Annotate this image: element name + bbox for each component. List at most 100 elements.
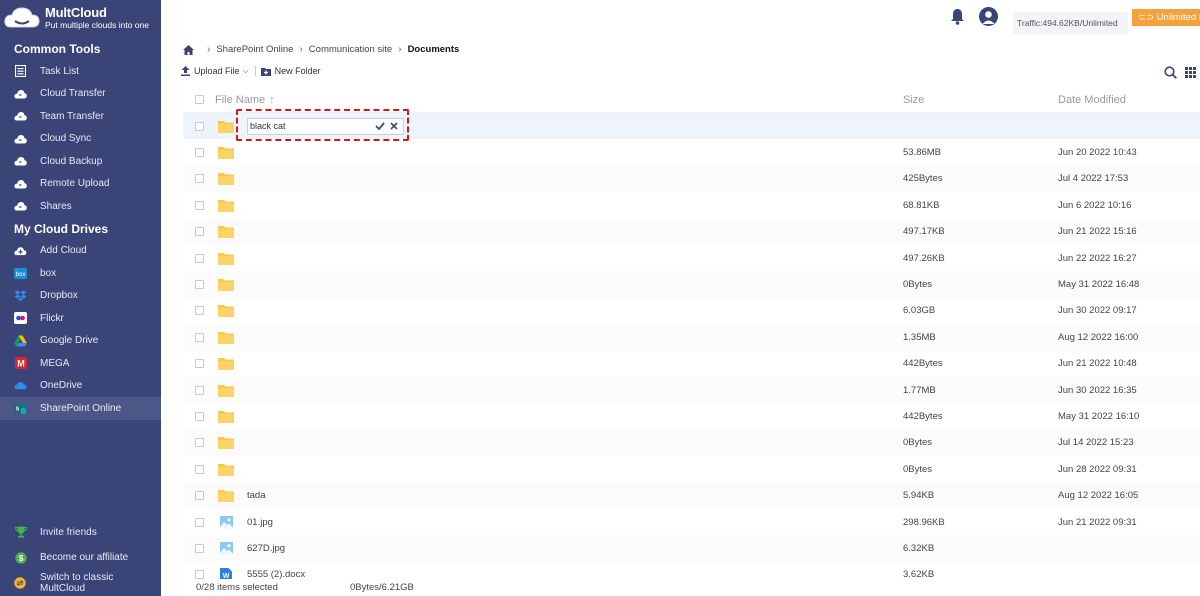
row-checkbox[interactable] <box>195 121 204 131</box>
sidebar-item-dropbox[interactable]: Dropbox <box>0 285 161 308</box>
table-row[interactable]: 53.86MB Jun 20 2022 10:43 <box>183 139 1200 166</box>
grid-view-icon[interactable] <box>1185 67 1196 78</box>
table-row[interactable]: 497.17KB Jun 21 2022 15:16 <box>183 218 1200 245</box>
file-name-column-header[interactable]: File Name ↑ <box>215 94 903 106</box>
file-name[interactable]: 627D.jpg <box>247 543 903 554</box>
sidebar-item-team-transfer[interactable]: Team Transfer <box>0 105 161 128</box>
select-all-checkbox[interactable] <box>195 95 204 104</box>
table-row[interactable]: 627D.jpg 6.32KB <box>183 535 1200 562</box>
toolbar: Upload File ⌵ New Folder <box>181 66 321 76</box>
table-row[interactable]: 1.77MB Jun 30 2022 16:35 <box>183 376 1200 404</box>
file-date-modified: May 31 2022 16:48 <box>1058 279 1140 291</box>
row-checkbox[interactable] <box>195 332 204 342</box>
sidebar-link-switch-to-classic-multcloud[interactable]: Switch to classic MultCloud <box>0 571 161 596</box>
flickr-icon <box>14 312 27 325</box>
rename-input-value: black cat <box>250 121 286 132</box>
brand-tagline: Put multiple clouds into one <box>45 19 149 30</box>
row-checkbox[interactable] <box>195 411 204 421</box>
table-row[interactable]: 6.03GB Jun 30 2022 09:17 <box>183 297 1200 325</box>
nav-item-label: MEGA <box>40 357 70 369</box>
sidebar-item-remote-upload[interactable]: Remote Upload <box>0 173 161 196</box>
chevron-down-icon: ⌵ <box>242 66 249 75</box>
sidebar-item-onedrive[interactable]: OneDrive <box>0 375 161 398</box>
switch-icon <box>14 577 27 590</box>
upload-file-button[interactable]: Upload File ⌵ <box>181 66 249 76</box>
file-date-modified: Jun 28 2022 09:31 <box>1058 463 1137 475</box>
traffic-info: Traffic:494.62KB/Unlimited <box>1013 12 1128 34</box>
logo[interactable]: MultCloud Put multiple clouds into one <box>0 0 161 36</box>
confirm-check-icon[interactable] <box>375 122 385 131</box>
table-row[interactable]: 497.26KB Jun 22 2022 16:27 <box>183 244 1200 272</box>
table-row[interactable]: 0Bytes Jul 14 2022 15:23 <box>183 429 1200 457</box>
row-checkbox[interactable] <box>195 148 204 158</box>
table-row[interactable]: 442Bytes May 31 2022 16:10 <box>183 403 1200 430</box>
nav-item-label: Team Transfer <box>40 110 104 122</box>
sidebar-link-become-our-affiliate[interactable]: $ Become our affiliate <box>0 545 161 571</box>
table-row[interactable]: 0Bytes Jun 28 2022 09:31 <box>183 456 1200 483</box>
row-checkbox[interactable] <box>195 570 204 580</box>
file-size: 68.81KB <box>903 199 940 211</box>
unlimited-plan-button[interactable]: ⊂⊃ Unlimited Plan <box>1132 9 1200 26</box>
breadcrumb-communication-site[interactable]: Communication site <box>309 44 392 55</box>
folder-icon <box>218 251 234 265</box>
rename-input[interactable]: black cat <box>247 117 404 135</box>
sidebar-item-cloud-transfer[interactable]: Cloud Transfer <box>0 83 161 106</box>
file-date-modified: Jun 20 2022 10:43 <box>1058 147 1137 159</box>
table-row[interactable]: 01.jpg 298.96KB Jun 21 2022 09:31 <box>183 508 1200 536</box>
row-checkbox[interactable] <box>195 543 204 553</box>
table-row[interactable]: 425Bytes Jul 4 2022 17:53 <box>183 165 1200 193</box>
search-icon[interactable] <box>1164 66 1177 79</box>
user-avatar-icon[interactable] <box>979 7 998 26</box>
file-size: 0Bytes <box>903 437 933 449</box>
file-date-modified: Jun 6 2022 10:16 <box>1058 199 1132 211</box>
row-checkbox[interactable] <box>195 385 204 395</box>
size-column-header[interactable]: Size <box>903 94 1058 106</box>
sidebar-item-task-list[interactable]: Task List <box>0 60 161 83</box>
row-checkbox[interactable] <box>195 200 204 210</box>
view-controls <box>1164 66 1196 79</box>
sidebar-item-sharepoint-online[interactable]: S SharePoint Online <box>0 397 161 420</box>
file-date-modified: May 31 2022 16:10 <box>1058 410 1140 422</box>
file-name[interactable]: 01.jpg <box>247 517 903 528</box>
table-row[interactable]: tada 5.94KB Aug 12 2022 16:05 <box>183 482 1200 509</box>
nav-item-label: Flickr <box>40 312 64 324</box>
cloud-backup-icon <box>14 155 27 168</box>
table-row[interactable]: 1.35MB Aug 12 2022 16:00 <box>183 324 1200 351</box>
sidebar-item-mega[interactable]: M MEGA <box>0 352 161 375</box>
breadcrumb-sharepoint[interactable]: SharePoint Online <box>216 44 293 55</box>
row-checkbox[interactable] <box>195 359 204 369</box>
row-checkbox[interactable] <box>195 227 204 237</box>
sidebar-item-box[interactable]: box box <box>0 262 161 285</box>
sidebar-item-cloud-backup[interactable]: Cloud Backup <box>0 150 161 173</box>
table-row-editing[interactable]: black cat <box>183 113 1200 140</box>
row-checkbox[interactable] <box>195 253 204 263</box>
sidebar-link-invite-friends[interactable]: Invite friends <box>0 520 161 546</box>
table-row[interactable]: 442Bytes Jun 21 2022 10:48 <box>183 350 1200 377</box>
nav-item-label: Cloud Backup <box>40 155 103 167</box>
selected-count: 0/28 items selected <box>196 582 278 593</box>
row-checkbox[interactable] <box>195 491 204 501</box>
row-checkbox[interactable] <box>195 464 204 474</box>
row-checkbox[interactable] <box>195 517 204 527</box>
table-row[interactable]: 68.81KB Jun 6 2022 10:16 <box>183 192 1200 219</box>
table-row[interactable]: 0Bytes May 31 2022 16:48 <box>183 271 1200 298</box>
sidebar-item-google-drive[interactable]: Google Drive <box>0 330 161 353</box>
sidebar-item-add-cloud[interactable]: Add Cloud <box>0 240 161 263</box>
box-icon: box <box>14 267 27 280</box>
file-name[interactable]: tada <box>247 490 903 501</box>
row-checkbox[interactable] <box>195 306 204 316</box>
row-checkbox[interactable] <box>195 438 204 448</box>
link-icon: ⊂⊃ <box>1138 12 1154 23</box>
home-icon[interactable] <box>183 44 194 55</box>
sidebar-item-cloud-sync[interactable]: Cloud Sync <box>0 128 161 151</box>
sidebar-item-flickr[interactable]: Flickr <box>0 307 161 330</box>
row-checkbox[interactable] <box>195 280 204 290</box>
folder-icon <box>218 278 234 292</box>
storage-usage: 0Bytes/6.21GB <box>350 582 414 593</box>
cancel-close-icon[interactable] <box>390 122 398 130</box>
bell-icon[interactable] <box>950 8 965 28</box>
sidebar-item-shares[interactable]: Shares <box>0 195 161 218</box>
row-checkbox[interactable] <box>195 174 204 184</box>
new-folder-button[interactable]: New Folder <box>260 66 321 76</box>
date-modified-column-header[interactable]: Date Modified <box>1058 94 1126 106</box>
